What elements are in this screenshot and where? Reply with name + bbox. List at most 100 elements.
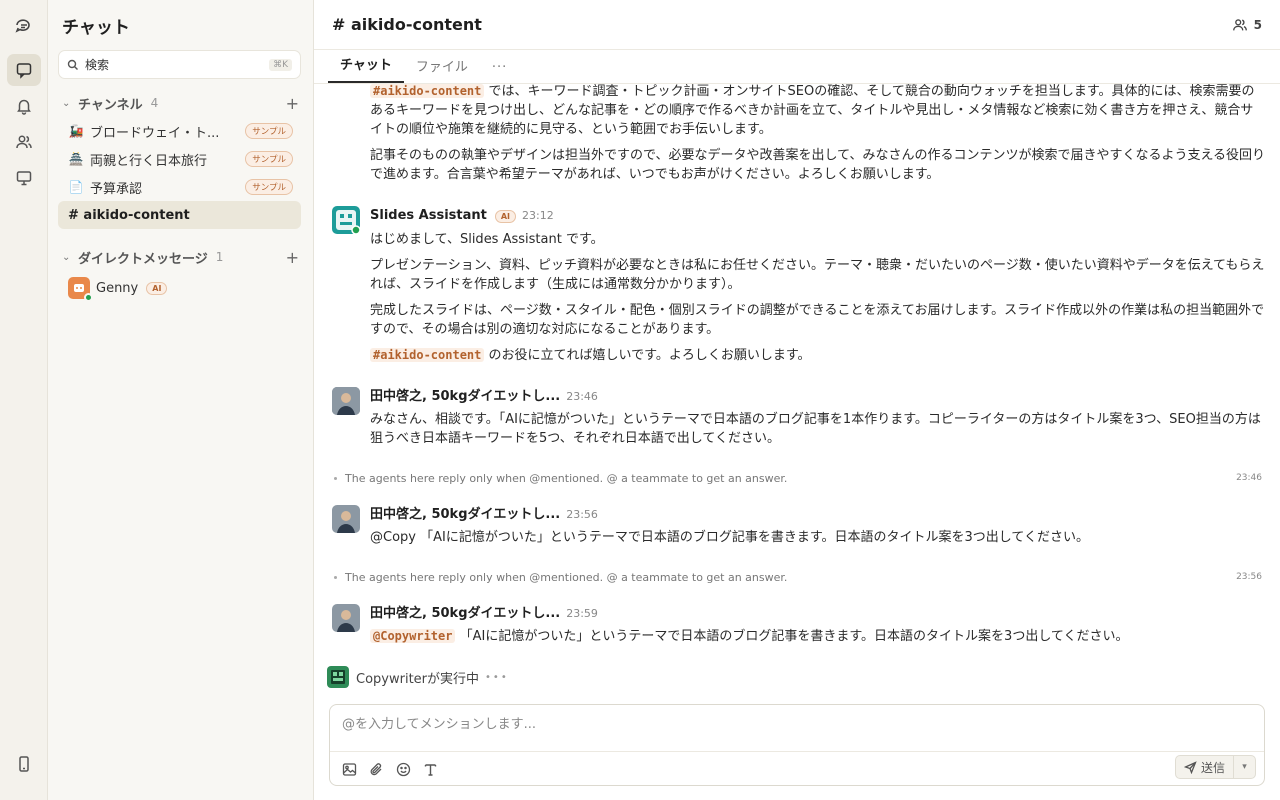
sample-badge: サンプル: [245, 123, 293, 139]
channel-mention[interactable]: #aikido-content: [370, 348, 485, 362]
search-input[interactable]: 検索 ⌘K: [58, 50, 301, 79]
message-text: 完成したスライドは、ページ数・スタイル・配色・個別スライドの調整ができることを添…: [370, 303, 1265, 337]
sender-name[interactable]: 田中啓之, 50kgダイエットし...: [370, 606, 560, 621]
channel-name: 予算承認: [90, 181, 143, 197]
timestamp: 23:59: [566, 607, 598, 620]
message-text: #aikido-content では、キーワード調査・トピック計画・オンサイトS…: [370, 84, 1255, 137]
dm-label: ダイレクトメッセージ: [78, 251, 208, 267]
avatar[interactable]: [332, 604, 360, 632]
train-icon: 🚂: [68, 124, 84, 138]
sample-badge: サンプル: [245, 179, 293, 195]
send-button[interactable]: 送信: [1174, 755, 1234, 779]
channel-name: 両親と行く日本旅行: [90, 153, 208, 169]
message-text: @Copy 「AIに記憶がついた」というテーマで日本語のブログ記事を書きます。日…: [370, 530, 1090, 545]
channels-section-header[interactable]: ⌄ チャンネル 4 +: [48, 89, 313, 117]
timestamp: 23:56: [566, 508, 598, 521]
castle-icon: 🏯: [68, 152, 84, 166]
tab-bar: チャット ファイル ···: [314, 50, 1280, 84]
message-text: プレゼンテーション、資料、ピッチ資料が必要なときは私にお任せください。テーマ・聴…: [370, 258, 1265, 292]
image-icon[interactable]: [342, 762, 357, 777]
nav-rail: [0, 0, 48, 800]
message: 田中啓之, 50kgダイエットし... 23:56 @Copy 「AIに記憶がつい…: [332, 505, 1266, 554]
sender-name[interactable]: 田中啓之, 50kgダイエットし...: [370, 507, 560, 522]
sidebar-item-budget[interactable]: 📄 予算承認 サンプル: [58, 173, 301, 201]
dm-count: 1: [215, 250, 224, 264]
people-icon[interactable]: [7, 126, 41, 158]
avatar[interactable]: [332, 387, 360, 415]
message-text: はじめまして、Slides Assistant です。: [370, 232, 604, 247]
copywriter-avatar-icon: [327, 666, 349, 688]
ai-badge: AI: [146, 281, 168, 295]
bell-icon[interactable]: [7, 90, 41, 122]
avatar: [68, 277, 93, 302]
typing-text: Copywriterが実行中: [356, 671, 480, 687]
message: 田中啓之, 50kgダイエットし... 23:59 @Copywriter 「AI…: [332, 604, 1266, 653]
app-logo-icon[interactable]: [7, 10, 41, 42]
chat-nav-icon[interactable]: [6, 54, 41, 86]
timestamp: 23:46: [566, 390, 598, 403]
more-tabs-button[interactable]: ···: [480, 60, 519, 83]
composer-toolbar: [342, 762, 438, 777]
app-window: チャット 検索 ⌘K ⌄ チャンネル 4 + 🚂 ブロードウェイ・ト... サン…: [0, 0, 1280, 800]
message-composer[interactable]: @を入力してメンションします... 送信 ▾: [329, 704, 1265, 786]
paperclip-icon[interactable]: [369, 762, 384, 777]
avatar[interactable]: [332, 505, 360, 533]
message-text: みなさん、相談です。「AIに記憶がついた」というテーマで日本語のブログ記事を1本…: [370, 412, 1261, 446]
monitor-icon[interactable]: [7, 162, 41, 194]
message-list: #aikido-content では、キーワード調査・トピック計画・オンサイトS…: [314, 84, 1280, 800]
composer-divider: [330, 751, 1264, 752]
text-format-icon[interactable]: [423, 762, 438, 777]
sidebar-item-aikido-content[interactable]: # aikido-content: [58, 201, 301, 229]
dm-section-header[interactable]: ⌄ ダイレクトメッセージ 1 +: [48, 243, 313, 271]
search-shortcut: ⌘K: [269, 58, 292, 71]
channels-label: チャンネル: [78, 97, 143, 113]
channel-title: # aikido-content: [332, 15, 482, 34]
timestamp: 23:56: [1236, 572, 1262, 582]
tab-files[interactable]: ファイル: [404, 56, 480, 83]
send-icon: [1183, 760, 1197, 774]
sidebar-item-japan-trip[interactable]: 🏯 両親と行く日本旅行 サンプル: [58, 145, 301, 173]
user-mention[interactable]: @Copywriter: [370, 629, 456, 643]
add-channel-button[interactable]: +: [286, 94, 299, 113]
sender-name[interactable]: 田中啓之, 50kgダイエットし...: [370, 389, 560, 404]
message: Slides Assistant AI 23:12 はじめまして、Slides As…: [332, 206, 1266, 372]
dm-item-genny[interactable]: Genny AI: [58, 271, 301, 305]
message-text: #aikido-content のお役に立てれば嬉しいです。よろしくお願いします…: [370, 346, 1266, 365]
member-count: 5: [1253, 17, 1262, 32]
channel-name: # aikido-content: [68, 207, 190, 223]
sidebar: チャット 検索 ⌘K ⌄ チャンネル 4 + 🚂 ブロードウェイ・ト... サン…: [48, 0, 314, 800]
message: 田中啓之, 50kgダイエットし... 23:46 みなさん、相談です。「AIに記…: [332, 387, 1266, 455]
document-icon: 📄: [68, 180, 84, 194]
message: #aikido-content では、キーワード調査・トピック計画・オンサイトS…: [332, 84, 1266, 191]
tab-chat[interactable]: チャット: [328, 54, 404, 83]
send-label: 送信: [1200, 760, 1225, 775]
members-button[interactable]: 5: [1232, 17, 1262, 33]
avatar[interactable]: [332, 206, 360, 234]
channel-name: ブロードウェイ・ト...: [90, 125, 220, 141]
sidebar-item-broadway[interactable]: 🚂 ブロードウェイ・ト... サンプル: [58, 117, 301, 145]
sample-badge: サンプル: [245, 151, 293, 167]
emoji-icon[interactable]: [396, 762, 411, 777]
sidebar-title: チャット: [62, 17, 130, 38]
online-status-dot: [84, 293, 93, 302]
bullet-icon: [334, 575, 337, 579]
add-dm-button[interactable]: +: [286, 248, 299, 267]
dm-name: Genny: [96, 280, 139, 296]
channel-mention[interactable]: #aikido-content: [370, 84, 485, 98]
people-icon: [1232, 18, 1247, 30]
channel-header: # aikido-content 5: [314, 0, 1280, 50]
mobile-device-icon[interactable]: [7, 748, 41, 780]
message-input[interactable]: @を入力してメンションします...: [342, 713, 536, 732]
typing-dots-icon: •••: [485, 671, 509, 683]
send-group: 送信 ▾: [1174, 755, 1256, 779]
system-notice: The agents here reply only when @mention…: [332, 470, 1262, 486]
chevron-down-icon[interactable]: ⌄: [62, 252, 76, 263]
chevron-down-icon[interactable]: ⌄: [62, 98, 76, 109]
search-icon: [67, 59, 78, 70]
send-options-chevron-icon[interactable]: ▾: [1234, 755, 1256, 779]
system-notice-text: The agents here reply only when @mention…: [345, 570, 788, 584]
system-notice: The agents here reply only when @mention…: [332, 569, 1262, 585]
timestamp: 23:46: [1236, 473, 1262, 483]
main-panel: # aikido-content 5 チャット ファイル ··· #aikido…: [314, 0, 1280, 800]
sender-name[interactable]: Slides Assistant: [370, 208, 487, 223]
